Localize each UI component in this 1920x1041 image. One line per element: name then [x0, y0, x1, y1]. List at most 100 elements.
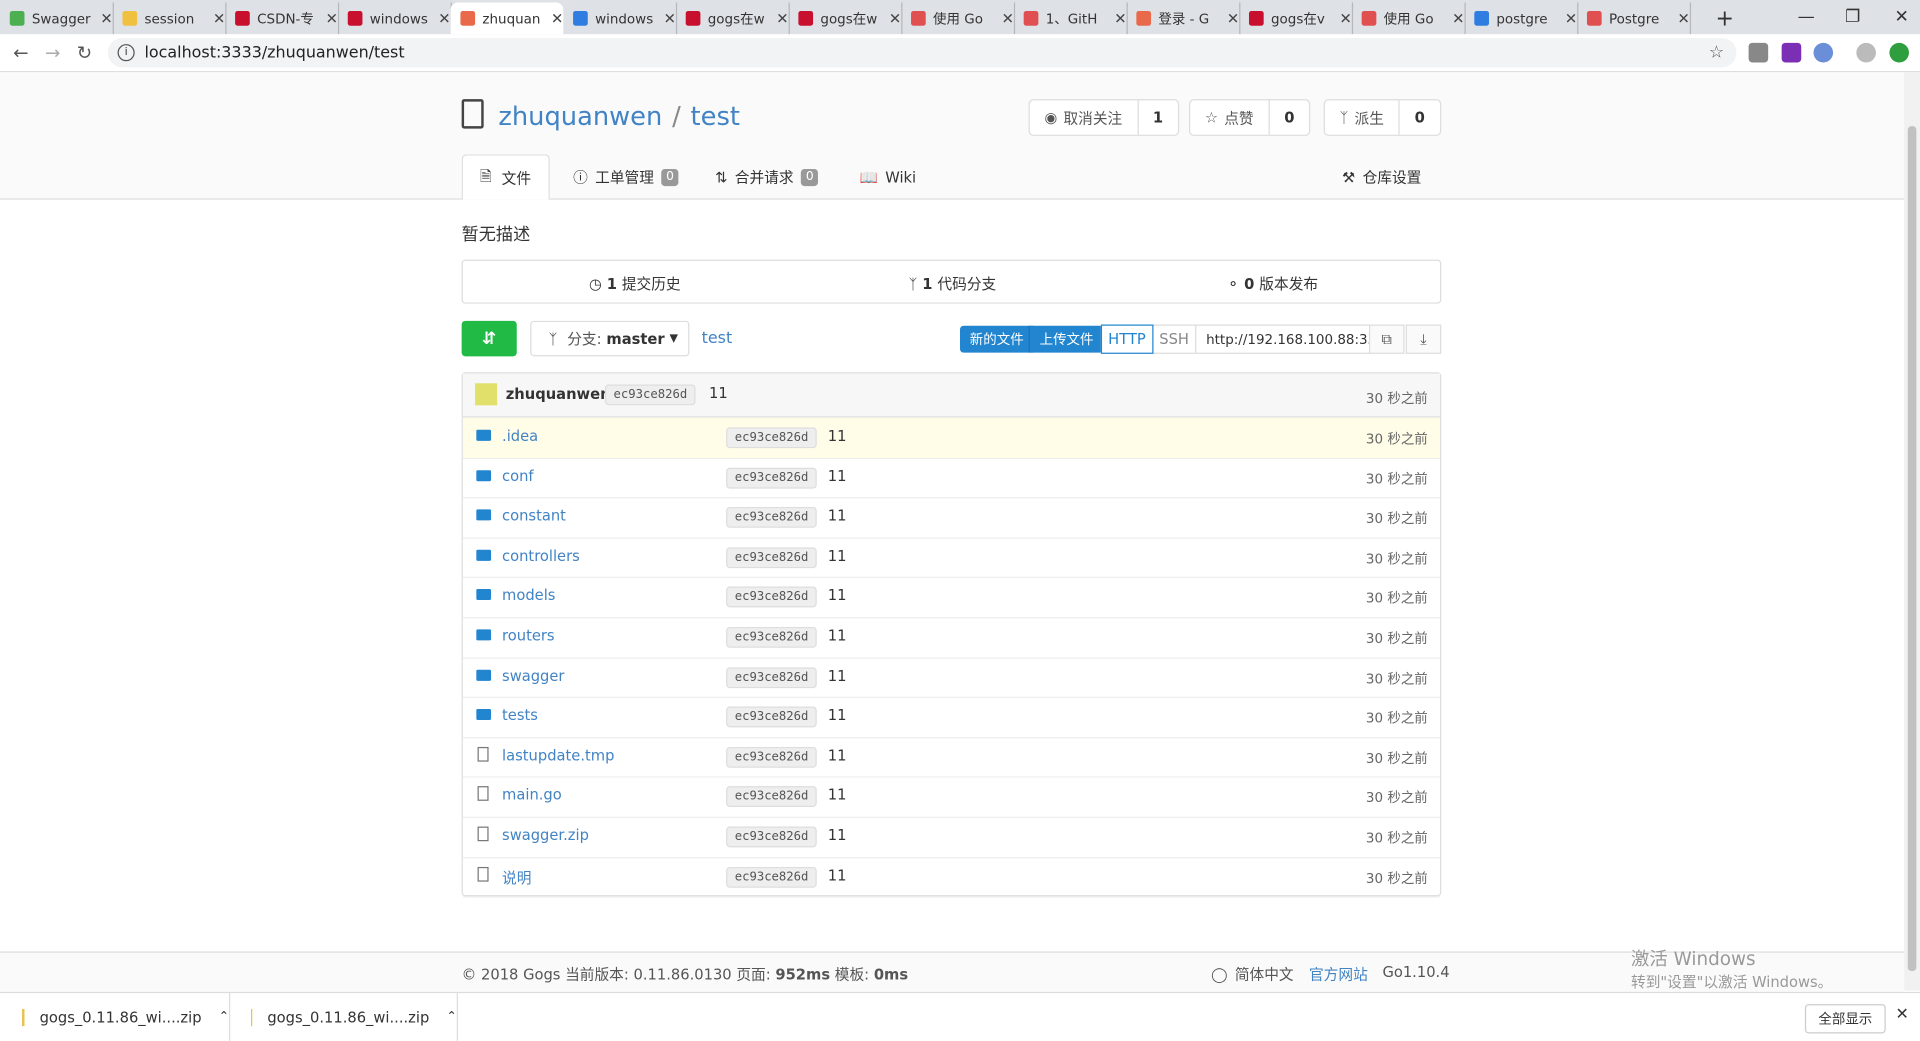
tab-close-icon[interactable]: ✕: [213, 10, 225, 27]
omnibox[interactable]: i localhost:3333/zhuquanwen/test ☆: [107, 37, 1737, 68]
download-item[interactable]: gogs_0.11.86_wi....zip ⌃: [0, 993, 231, 1041]
tab-close-icon[interactable]: ✕: [664, 10, 676, 27]
extension-icon[interactable]: [1748, 42, 1769, 63]
browser-tab[interactable]: 1、GitH ✕: [1014, 2, 1128, 35]
language-selector[interactable]: ◯ 简体中文: [1211, 964, 1294, 985]
tab-close-icon[interactable]: ✕: [1227, 10, 1239, 27]
commit-sha[interactable]: ec93ce826d: [726, 666, 818, 688]
tab-close-icon[interactable]: ✕: [1002, 10, 1014, 27]
tab-close-icon[interactable]: ✕: [1114, 10, 1126, 27]
watch-count[interactable]: 1: [1138, 109, 1178, 126]
commit-sha[interactable]: ec93ce826d: [726, 866, 818, 888]
table-row[interactable]: swagger.zip ec93ce826d 11 30 秒之前: [462, 817, 1441, 858]
browser-tab[interactable]: Postgre ✕: [1577, 2, 1692, 35]
browser-tab[interactable]: 使用 Go ✕: [901, 2, 1016, 35]
tab-close-icon[interactable]: ✕: [776, 10, 788, 27]
table-row[interactable]: swagger ec93ce826d 11 30 秒之前: [462, 657, 1441, 699]
file-name-link[interactable]: controllers: [502, 547, 580, 564]
tab-files[interactable]: 🗎 文件: [461, 154, 550, 200]
chevron-up-icon[interactable]: ⌃: [219, 1010, 229, 1023]
star-button[interactable]: ☆ 点赞 0: [1188, 99, 1311, 136]
releases-stat[interactable]: ⚬ 0 版本发布: [1227, 273, 1318, 294]
browser-tab[interactable]: gogs在w ✕: [676, 2, 790, 35]
download-button[interactable]: ⤓: [1405, 324, 1442, 354]
info-icon[interactable]: i: [117, 44, 135, 62]
browser-tab[interactable]: 使用 Go ✕: [1352, 2, 1466, 35]
ssh-toggle[interactable]: SSH: [1153, 324, 1197, 354]
table-row[interactable]: main.go ec93ce826d 11 30 秒之前: [462, 777, 1441, 818]
file-name-link[interactable]: conf: [502, 467, 534, 484]
maximize-button[interactable]: ❐: [1825, 0, 1881, 34]
branch-dropdown[interactable]: ᛉ 分支: master ▼: [530, 320, 690, 357]
copy-url-button[interactable]: ⧉: [1368, 324, 1405, 354]
chevron-up-icon[interactable]: ⌃: [446, 1010, 456, 1023]
table-row[interactable]: lastupdate.tmp ec93ce826d 11 30 秒之前: [462, 737, 1441, 779]
close-window-button[interactable]: ✕: [1873, 0, 1920, 34]
new-tab-button[interactable]: +: [1708, 2, 1734, 34]
download-item[interactable]: gogs_0.11.86_wi....zip ⌃: [229, 993, 458, 1041]
file-name-link[interactable]: lastupdate.tmp: [502, 747, 614, 764]
fork-button[interactable]: ᛉ 派生 0: [1323, 99, 1441, 136]
tab-close-icon[interactable]: ✕: [1677, 10, 1689, 27]
reload-button[interactable]: ↻: [73, 42, 95, 64]
table-row[interactable]: tests ec93ce826d 11 30 秒之前: [462, 697, 1441, 739]
tab-wiki[interactable]: 📖 Wiki: [860, 154, 917, 199]
browser-tab[interactable]: CSDN-专 ✕: [225, 2, 340, 35]
commit-sha[interactable]: ec93ce826d: [726, 467, 818, 489]
back-button[interactable]: ←: [10, 42, 32, 64]
breadcrumb-repo-link[interactable]: test: [702, 329, 733, 347]
scrollbar-thumb[interactable]: [1907, 126, 1917, 972]
tab-close-icon[interactable]: ✕: [1565, 10, 1577, 27]
file-name-link[interactable]: swagger.zip: [502, 827, 589, 844]
extension-icon[interactable]: [1781, 42, 1802, 63]
browser-tab[interactable]: windows ✕: [563, 2, 678, 35]
repo-name-link[interactable]: test: [691, 102, 740, 131]
commit-sha[interactable]: ec93ce826d: [726, 427, 818, 449]
file-name-link[interactable]: main.go: [502, 787, 562, 804]
profile-avatar[interactable]: [1856, 42, 1876, 63]
file-name-link[interactable]: routers: [502, 627, 555, 644]
star-bookmark-icon[interactable]: ☆: [1709, 43, 1724, 63]
file-name-link[interactable]: tests: [502, 707, 538, 724]
commit-sha[interactable]: ec93ce826d: [726, 547, 818, 568]
browser-tab[interactable]: session ✕: [113, 2, 227, 35]
watch-button[interactable]: ◉ 取消关注 1: [1028, 99, 1180, 136]
commit-sha[interactable]: ec93ce826d: [726, 626, 818, 648]
close-downloads-icon[interactable]: ✕: [1896, 1005, 1909, 1023]
tab-close-icon[interactable]: ✕: [326, 10, 338, 27]
commit-author[interactable]: zhuquanwen: [506, 386, 611, 403]
table-row[interactable]: 说明 ec93ce826d 11 30 秒之前: [462, 857, 1441, 898]
browser-tab[interactable]: Swagger ✕: [0, 2, 114, 35]
fork-count[interactable]: 0: [1400, 109, 1440, 126]
file-name-link[interactable]: 说明: [502, 866, 531, 887]
clone-url-input[interactable]: http://192.168.100.88:3333/zhuquanwen/te…: [1196, 324, 1389, 354]
commits-stat[interactable]: ◷ 1 提交历史: [589, 273, 681, 294]
tab-close-icon[interactable]: ✕: [100, 10, 112, 27]
repo-owner-link[interactable]: zhuquanwen: [498, 102, 662, 131]
file-name-link[interactable]: swagger: [502, 667, 564, 684]
browser-tab[interactable]: windows ✕: [338, 2, 452, 35]
table-row[interactable]: constant ec93ce826d 11 30 秒之前: [462, 497, 1441, 539]
tab-close-icon[interactable]: ✕: [889, 10, 901, 27]
tab-settings[interactable]: ⚒ 仓库设置: [1342, 154, 1421, 199]
table-row[interactable]: models ec93ce826d 11 30 秒之前: [462, 577, 1441, 619]
browser-tab[interactable]: postgre ✕: [1465, 2, 1579, 35]
show-all-downloads-button[interactable]: 全部显示: [1804, 1004, 1886, 1034]
tab-close-icon[interactable]: ✕: [438, 10, 450, 27]
commit-sha[interactable]: ec93ce826d: [726, 786, 818, 808]
commit-sha[interactable]: ec93ce826d: [604, 384, 696, 406]
file-name-link[interactable]: constant: [502, 507, 566, 524]
commit-sha[interactable]: ec93ce826d: [726, 746, 818, 768]
file-name-link[interactable]: .idea: [502, 427, 538, 444]
website-link[interactable]: 官方网站: [1309, 964, 1368, 985]
http-toggle[interactable]: HTTP: [1100, 324, 1154, 354]
forward-button[interactable]: →: [42, 42, 64, 64]
commit-sha[interactable]: ec93ce826d: [726, 507, 818, 528]
commit-sha[interactable]: ec93ce826d: [726, 826, 818, 848]
tab-close-icon[interactable]: ✕: [1340, 10, 1352, 27]
browser-tab[interactable]: gogs在w ✕: [789, 2, 903, 35]
scrollbar[interactable]: [1904, 72, 1920, 991]
commit-sha[interactable]: ec93ce826d: [726, 706, 818, 728]
table-row[interactable]: routers ec93ce826d 11 30 秒之前: [462, 617, 1441, 659]
upload-file-button[interactable]: 上传文件: [1028, 325, 1104, 353]
